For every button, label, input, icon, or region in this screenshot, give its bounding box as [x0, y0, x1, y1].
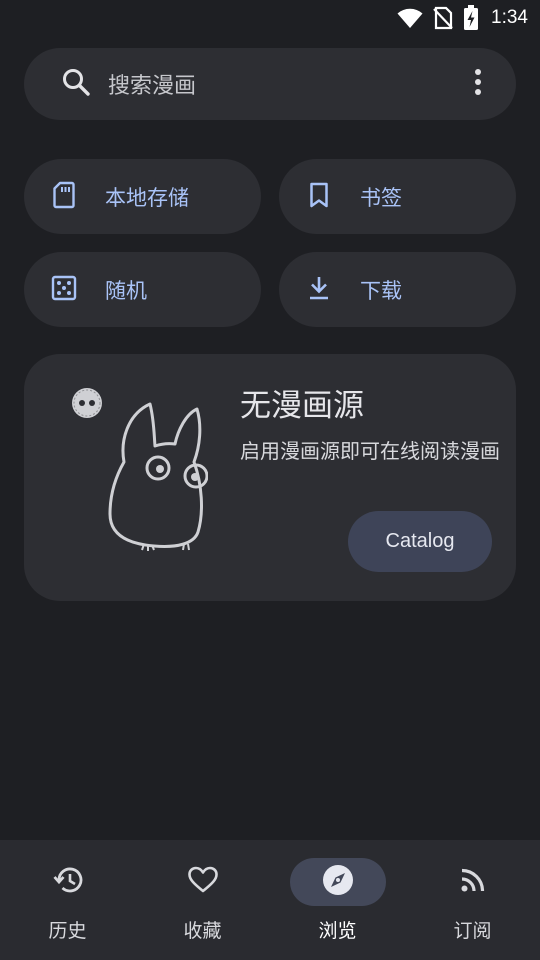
nav-history-label: 历史	[48, 920, 87, 942]
bookmark-icon	[309, 182, 329, 212]
dice-icon	[51, 275, 77, 305]
status-time: 1:34	[491, 7, 528, 28]
sd-card-icon	[53, 181, 75, 213]
random-button[interactable]: 随机	[24, 252, 261, 327]
nav-history-pill[interactable]	[20, 858, 116, 906]
more-vert-icon[interactable]	[473, 68, 483, 100]
nav-favorites-label: 收藏	[183, 920, 222, 942]
nav-favorites-pill[interactable]	[155, 858, 251, 906]
empty-title: 无漫画源	[240, 388, 364, 424]
browse-screen: 1:34 搜索漫画 本地存储 书签 随机 下载 无漫画源 启用漫画源即可在线阅读…	[0, 0, 540, 960]
rss-icon	[460, 867, 486, 897]
bottom-navigation: 历史 收藏 浏览 订阅	[0, 840, 540, 960]
wifi-icon	[397, 7, 423, 29]
heart-icon	[187, 866, 219, 898]
search-bar[interactable]: 搜索漫画	[24, 48, 516, 120]
history-icon	[52, 865, 84, 899]
random-label: 随机	[105, 278, 147, 303]
nav-subscriptions-label: 订阅	[453, 920, 492, 942]
bookmarks-label: 书签	[360, 185, 402, 210]
nav-history[interactable]: 历史	[0, 840, 135, 960]
catalog-button[interactable]: Catalog	[348, 511, 492, 572]
download-icon	[307, 275, 331, 305]
nav-subscriptions[interactable]: 订阅	[405, 840, 540, 960]
nav-subscriptions-pill[interactable]	[425, 858, 521, 906]
compass-icon	[322, 864, 354, 900]
nav-browse-pill[interactable]	[289, 858, 386, 906]
downloads-button[interactable]: 下载	[279, 252, 516, 327]
totoro-illustration	[68, 384, 209, 558]
local-storage-button[interactable]: 本地存储	[24, 159, 261, 234]
empty-description: 启用漫画源即可在线阅读漫画	[240, 439, 500, 463]
downloads-label: 下载	[360, 278, 402, 303]
bookmarks-button[interactable]: 书签	[279, 159, 516, 234]
status-bar: 1:34	[0, 0, 540, 36]
search-placeholder[interactable]: 搜索漫画	[108, 68, 196, 100]
empty-sources-card: 无漫画源 启用漫画源即可在线阅读漫画 Catalog	[24, 354, 516, 601]
local-storage-label: 本地存储	[105, 185, 189, 210]
nav-browse[interactable]: 浏览	[270, 840, 405, 960]
no-sim-icon	[433, 6, 453, 30]
nav-favorites[interactable]: 收藏	[135, 840, 270, 960]
nav-browse-label: 浏览	[318, 920, 357, 942]
search-icon[interactable]	[61, 67, 91, 101]
battery-charging-icon	[463, 5, 479, 31]
